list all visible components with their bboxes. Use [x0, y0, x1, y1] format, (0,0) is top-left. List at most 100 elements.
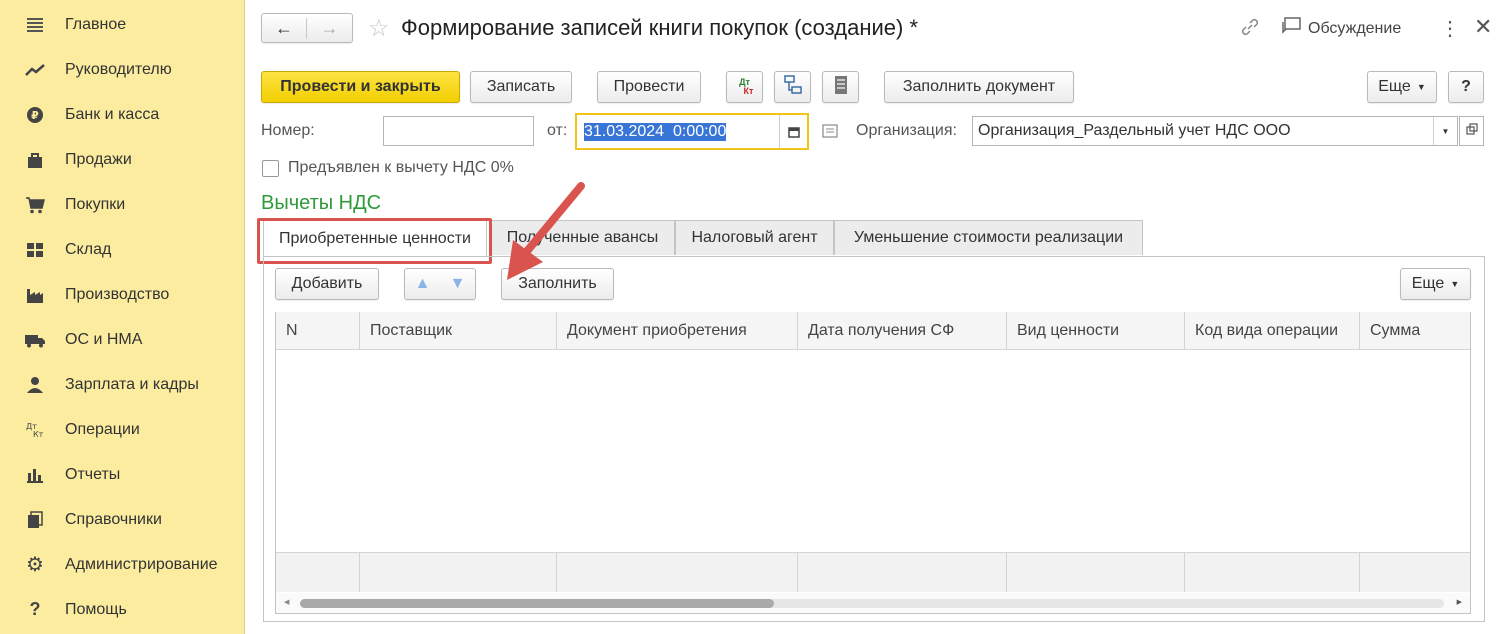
sidebar-item-catalogs[interactable]: Справочники [0, 497, 245, 542]
page-title: Формирование записей книги покупок (созд… [401, 15, 919, 40]
sidebar-item-label: Администрирование [65, 555, 218, 573]
sidebar-item-production[interactable]: Производство [0, 272, 245, 317]
organization-label: Организация: [856, 122, 957, 139]
dropdown-arrow-icon: ▼ [1450, 279, 1460, 289]
sidebar-item-label: Производство [65, 285, 170, 303]
table-footer-cell [1007, 552, 1185, 592]
gear-icon: ⚙ [26, 554, 44, 576]
sidebar-item-main[interactable]: Главное [0, 2, 245, 47]
dt-kt-icon: Дт Кт [739, 77, 754, 96]
number-field[interactable] [383, 116, 534, 146]
column-header-operation-code[interactable]: Код вида операции [1185, 312, 1360, 350]
menu-icon [24, 14, 46, 36]
sidebar-item-salary[interactable]: Зарплата и кадры [0, 362, 245, 407]
organization-field[interactable]: Организация_Раздельный учет НДС ООО ▼ [972, 116, 1458, 146]
checkbox-box[interactable] [262, 159, 279, 177]
number-label: Номер: [261, 122, 315, 139]
table-footer-cell [276, 552, 360, 592]
section-title: Вычеты НДС [261, 192, 382, 214]
bag-icon [24, 149, 46, 171]
add-button[interactable]: Добавить [275, 268, 379, 300]
calendar-icon[interactable] [779, 115, 807, 148]
more-vertical-icon[interactable]: ⋮ [1440, 16, 1460, 41]
column-header-supplier[interactable]: Поставщик [360, 312, 557, 350]
close-icon[interactable]: ✕ [1474, 14, 1492, 40]
table-footer-cell [557, 552, 798, 592]
open-organization-button[interactable] [1459, 116, 1484, 146]
fill-document-button[interactable]: Заполнить документ [884, 71, 1074, 103]
sidebar-item-admin[interactable]: ⚙ Администрирование [0, 542, 245, 587]
books-icon [24, 509, 46, 531]
report-button[interactable] [822, 71, 859, 103]
sidebar-item-label: Зарплата и кадры [65, 375, 199, 393]
svg-text:Кт: Кт [33, 430, 44, 439]
vat-deduction-checkbox[interactable]: Предъявлен к вычету НДС 0% [262, 159, 514, 177]
sidebar-item-label: Склад [65, 240, 112, 258]
sidebar-item-label: ОС и НМА [65, 330, 143, 348]
trend-icon [24, 59, 46, 81]
dropdown-arrow-icon: ▼ [1416, 82, 1426, 92]
post-and-close-button[interactable]: Провести и закрыть [261, 71, 460, 103]
sidebar-item-label: Операции [65, 420, 140, 438]
structure-button[interactable] [774, 71, 811, 103]
sidebar-item-bank[interactable]: ₽ Банк и касса [0, 92, 245, 137]
svg-text:₽: ₽ [31, 109, 39, 122]
column-header-n[interactable]: N [276, 312, 360, 350]
scroll-left-icon[interactable]: ◀ [284, 598, 289, 606]
scrollbar-thumb[interactable] [300, 599, 774, 608]
tab-more-button[interactable]: Еще ▼ [1400, 268, 1471, 300]
chat-icon [1282, 17, 1302, 40]
main-panel: ← → ☆ Формирование записей книги покупок… [246, 0, 1498, 634]
forward-arrow-icon[interactable]: → [307, 18, 352, 39]
discussion-button[interactable]: Обсуждение [1282, 17, 1401, 40]
move-down-icon[interactable]: ▼ [450, 275, 466, 293]
move-buttons: ▲ ▼ [404, 268, 476, 300]
column-header-document[interactable]: Документ приобретения [557, 312, 798, 350]
sidebar-item-label: Банк и касса [65, 105, 160, 123]
factory-icon [24, 284, 46, 306]
column-header-sum[interactable]: Сумма [1360, 312, 1470, 350]
annotation-arrow [507, 182, 585, 280]
post-button[interactable]: Провести [597, 71, 701, 103]
move-up-icon[interactable]: ▲ [415, 275, 431, 293]
sidebar-item-label: Отчеты [65, 465, 121, 483]
table-footer-cell [360, 552, 557, 592]
sidebar-item-label: Продажи [65, 150, 132, 168]
sidebar-item-operations[interactable]: Дт Кт Операции [0, 407, 245, 452]
star-icon[interactable]: ☆ [368, 14, 390, 43]
help-icon: ? [29, 599, 41, 619]
back-arrow-icon[interactable]: ← [262, 17, 308, 39]
sidebar-item-help[interactable]: ? Помощь [0, 587, 245, 632]
tab-tax-agent[interactable]: Налоговый агент [675, 220, 834, 255]
help-button[interactable]: ? [1448, 71, 1484, 103]
sidebar-item-reports[interactable]: Отчеты [0, 452, 245, 497]
horizontal-scrollbar[interactable]: ◀ ▶ [276, 593, 1470, 613]
more-button[interactable]: Еще ▼ [1367, 71, 1437, 103]
sidebar: Главное Руководителю ₽ Банк и касса Прод… [0, 0, 245, 634]
sidebar-item-purchases[interactable]: Покупки [0, 182, 245, 227]
sidebar-item-assets[interactable]: ОС и НМА [0, 317, 245, 362]
sidebar-item-warehouse[interactable]: Склад [0, 227, 245, 272]
date-field[interactable]: 31.03.2024 0:00:00 [575, 113, 809, 150]
dt-kt-button[interactable]: Дт Кт [726, 71, 763, 103]
sidebar-item-sales[interactable]: Продажи [0, 137, 245, 182]
sidebar-item-manager[interactable]: Руководителю [0, 47, 245, 92]
scrollbar-track[interactable] [300, 599, 1444, 608]
tab-cost-reduction[interactable]: Уменьшение стоимости реализации [834, 220, 1143, 255]
column-header-value-type[interactable]: Вид ценности [1007, 312, 1185, 350]
hierarchy-icon [783, 74, 802, 100]
sidebar-item-label: Главное [65, 15, 127, 33]
date-label: от: [547, 122, 568, 139]
column-header-invoice-date[interactable]: Дата получения СФ [798, 312, 1007, 350]
dropdown-arrow-icon[interactable]: ▼ [1433, 117, 1457, 145]
dt-kt-icon: Дт Кт [24, 419, 46, 441]
save-button[interactable]: Записать [470, 71, 572, 103]
list-icon[interactable] [822, 124, 838, 143]
ruble-icon: ₽ [24, 104, 46, 126]
scroll-right-icon[interactable]: ▶ [1457, 598, 1462, 606]
person-icon [24, 374, 46, 396]
bar-chart-icon [24, 464, 46, 486]
link-icon[interactable] [1240, 17, 1260, 42]
discussion-label: Обсуждение [1308, 19, 1402, 37]
sidebar-item-label: Покупки [65, 195, 126, 213]
